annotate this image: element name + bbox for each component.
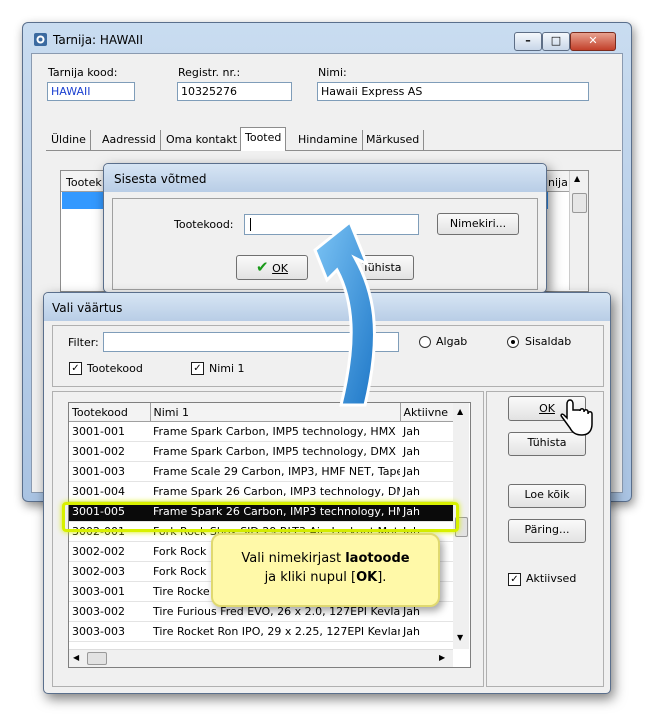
products-list-header-code: Tootek [66,176,102,189]
name-field[interactable]: Hawaii Express AS [317,82,589,101]
callout-bold-1: laotoode [345,551,410,566]
query-button[interactable]: Päring... [508,519,586,543]
grid-horizontal-scrollbar[interactable]: ◀ ▶ [69,649,453,667]
scroll-thumb[interactable] [572,193,587,213]
supplier-code-field[interactable]: HAWAII [47,82,135,101]
product-code-label: Tootekood: [174,218,234,231]
cell-code: 3003-003 [69,621,150,642]
checkmark-icon: ✔ [256,258,269,276]
minimize-icon: – [525,34,531,47]
app-icon [33,32,48,47]
cell-code: 3001-002 [69,441,150,462]
select-ok-label: OK [539,402,555,415]
table-row[interactable]: 3001-002 Frame Spark Carbon, IMP5 technol… [69,441,453,462]
tab-own-contact[interactable]: Oma kontakt [162,130,243,150]
callout-bold-2: OK [356,570,378,585]
table-row[interactable]: 3001-001 Frame Spark Carbon, IMP5 technol… [69,421,453,442]
check-active-only[interactable]: ✓ [508,573,521,586]
selected-row-highlight [62,502,459,532]
check-active-only-label: Aktiivsed [526,572,577,585]
check-name1[interactable]: ✓ [191,362,204,375]
cell-name: Frame Scale 29 Carbon, IMP3, HMF NET, Ta… [150,461,400,482]
filter-label: Filter: [68,336,99,349]
tab-strip-line [46,150,621,151]
tab-notes[interactable]: Märkused [362,130,425,150]
radio-contains[interactable] [507,336,519,348]
cell-active: Jah [400,421,453,442]
tab-products[interactable]: Tooted [240,127,287,151]
callout-text-3: ]. [377,570,387,585]
supplier-code-label: Tarnija kood: [48,66,118,79]
col-active[interactable]: Aktiivne [400,403,454,422]
instruction-callout: Vali nimekirjast laotoode ja kliki nupul… [211,533,440,607]
text-cursor [250,218,251,231]
radio-starts-with-label: Algab [436,335,468,348]
callout-line-1: Vali nimekirjast laotoode [213,549,438,568]
cell-code: 3001-003 [69,461,150,482]
hand-pointer-icon [560,398,596,438]
cell-active: Jah [400,481,453,502]
curved-arrow-icon [305,219,400,410]
check-name1-label: Nimi 1 [209,362,245,375]
products-list-header-supplier: nija [548,176,568,189]
maximize-icon: □ [550,34,562,47]
load-all-label: Loe kõik [524,488,570,501]
load-all-button[interactable]: Loe kõik [508,484,586,508]
callout-text-1: Vali nimekirjast [241,551,346,566]
grid-scroll-down-icon[interactable]: ▼ [457,633,463,642]
cell-name: Frame Spark Carbon, IMP5 technology, DMX… [150,441,400,462]
callout-text-2: ja kliki nupul [ [264,570,357,585]
tab-rating[interactable]: Hindamine [294,130,363,150]
enter-key-dialog-title: Sisesta võtmed [114,172,207,186]
close-button[interactable]: ✕ [570,32,616,51]
enter-key-ok-label: OK [272,262,288,275]
callout-line-2: ja kliki nupul [OK]. [213,568,438,587]
cell-name: Frame Spark Carbon, IMP5 technology, HMX… [150,421,400,442]
radio-starts-with[interactable] [419,336,431,348]
cell-code: 3002-002 [69,541,150,562]
table-row[interactable]: 3001-004 Frame Spark 26 Carbon, IMP3 tech… [69,481,453,502]
radio-contains-label: Sisaldab [525,335,572,348]
table-row[interactable]: 3003-003 Tire Rocket Ron IPO, 29 x 2.25, … [69,621,453,642]
maximize-button[interactable]: □ [542,32,570,51]
tab-general[interactable]: Üldine [47,130,91,150]
grid-scroll-left-icon[interactable]: ◀ [73,653,79,662]
grid-scroll-right-icon[interactable]: ▶ [439,653,445,662]
select-dialog-title: Vali väärtus [52,301,123,315]
products-list-scrollbar[interactable]: ▲ [569,171,588,290]
check-product-code-label: Tootekood [87,362,143,375]
cell-code: 3001-001 [69,421,150,442]
query-label: Päring... [524,523,570,536]
cell-active: Jah [400,461,453,482]
cell-name: Frame Spark 26 Carbon, IMP3 technology, … [150,481,400,502]
cell-code: 3003-001 [69,581,150,602]
reg-number-field[interactable]: 10325276 [177,82,292,101]
list-button[interactable]: Nimekiri... [437,213,519,235]
scroll-up-icon[interactable]: ▲ [574,174,580,183]
cell-active: Jah [400,621,453,642]
grid-hscroll-thumb[interactable] [87,652,107,665]
col-product-code[interactable]: Tootekood [69,403,151,422]
cell-code: 3002-003 [69,561,150,582]
name-label: Nimi: [318,66,347,79]
window-title: Tarnija: HAWAII [53,33,143,47]
tab-addresses[interactable]: Aadressid [98,130,161,150]
minimize-button[interactable]: – [514,32,542,51]
table-row[interactable]: 3001-003 Frame Scale 29 Carbon, IMP3, HMF… [69,461,453,482]
grid-scroll-up-icon[interactable]: ▲ [457,407,463,416]
cell-code: 3001-004 [69,481,150,502]
cell-name: Tire Rocket Ron IPO, 29 x 2.25, 127EPI K… [150,621,400,642]
close-icon: ✕ [588,34,598,47]
enter-key-ok-button[interactable]: ✔ OK [236,255,308,280]
cell-active: Jah [400,441,453,462]
check-product-code[interactable]: ✓ [69,362,82,375]
reg-number-label: Registr. nr.: [178,66,241,79]
cell-code: 3003-002 [69,601,150,622]
